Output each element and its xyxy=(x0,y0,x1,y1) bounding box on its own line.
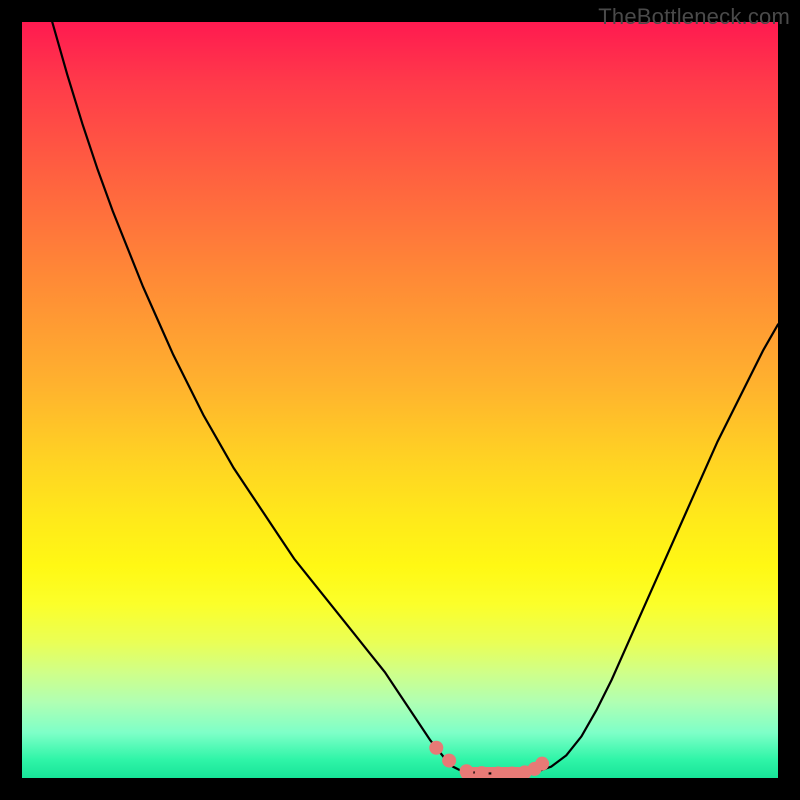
trough-marker-dot xyxy=(535,757,549,771)
trough-marker-dot xyxy=(429,741,443,755)
watermark-text: TheBottleneck.com xyxy=(598,4,790,30)
curve-svg xyxy=(22,22,778,778)
trough-marker-dot xyxy=(442,754,456,768)
outer-frame: TheBottleneck.com xyxy=(0,0,800,800)
plot-area xyxy=(22,22,778,778)
bottleneck-curve xyxy=(52,22,778,773)
trough-marker-dot xyxy=(460,764,474,778)
